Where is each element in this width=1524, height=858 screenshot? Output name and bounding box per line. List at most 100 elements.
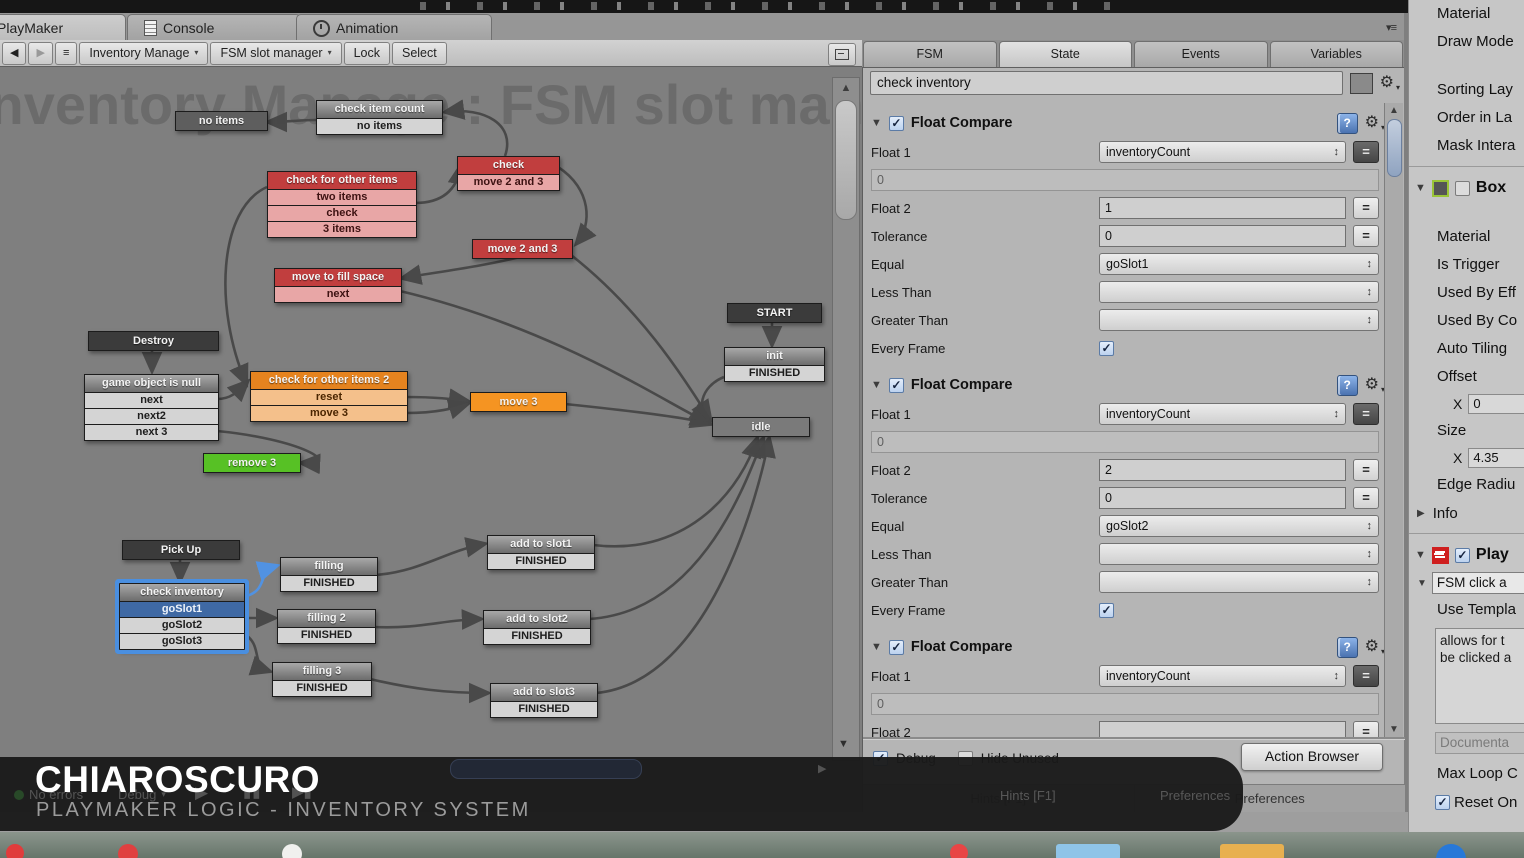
scroll-up-icon[interactable]: ▲ <box>1385 105 1403 116</box>
nav-forward-button[interactable]: ▶ <box>28 42 52 65</box>
graph-horizontal-scroll-thumb[interactable] <box>450 759 642 779</box>
fsm-node-move-to-fill-space[interactable]: move to fill spacenext <box>274 268 402 303</box>
node-transition-finished[interactable]: FINISHED <box>278 627 375 643</box>
fold-triangle-icon[interactable]: ▼ <box>871 379 882 391</box>
fsm-node-add-to-slot2[interactable]: add to slot2FINISHED <box>483 610 591 645</box>
select-button[interactable]: Select <box>392 42 447 65</box>
graph-vertical-scrollbar[interactable]: ▲ <box>832 77 860 761</box>
action-browser-button[interactable]: Action Browser <box>1241 743 1383 771</box>
x-value-field[interactable]: 0 <box>1468 394 1524 414</box>
dock-icon[interactable] <box>118 844 138 858</box>
action-enabled-checkbox[interactable]: ✓ <box>889 640 904 655</box>
node-transition-two-items[interactable]: two items <box>268 189 416 205</box>
gear-icon[interactable]: ⚙▾ <box>1365 115 1379 131</box>
fold-triangle-icon[interactable]: ▶ <box>1417 508 1425 519</box>
variable-toggle-button[interactable]: = <box>1353 459 1379 481</box>
action-header[interactable]: ▼✓Float Compare?⚙▾ <box>871 111 1379 135</box>
node-transition-goslot1[interactable]: goSlot1 <box>120 601 244 617</box>
float-2-field[interactable]: 1 <box>1099 197 1346 219</box>
fsm-node-filling[interactable]: fillingFINISHED <box>280 557 378 592</box>
fold-triangle-icon[interactable]: ▼ <box>871 117 882 129</box>
node-transition-goslot2[interactable]: goSlot2 <box>120 617 244 633</box>
fsm-tab-fsm[interactable]: FSM <box>863 41 997 67</box>
scroll-thumb[interactable] <box>1387 119 1402 177</box>
float-value-field[interactable]: 0 <box>871 431 1379 453</box>
node-transition-no-items[interactable]: no items <box>317 118 442 134</box>
equal-dropdown[interactable]: goSlot2↕ <box>1099 515 1379 537</box>
fsm-node-check-for-other-items[interactable]: check for other itemstwo itemscheck3 ite… <box>267 171 417 238</box>
node-transition-next[interactable]: next <box>85 392 218 408</box>
fsm-name-field[interactable]: FSM click a <box>1432 572 1524 594</box>
float-1-dropdown[interactable]: inventoryCount↕ <box>1099 141 1346 163</box>
fsm-node-no-items[interactable]: no items <box>175 111 268 131</box>
help-icon[interactable]: ? <box>1337 637 1358 658</box>
fsm-node-move-3[interactable]: move 3 <box>470 392 567 412</box>
documentation-button[interactable]: Documenta <box>1435 732 1524 754</box>
tolerance-field[interactable]: 0 <box>1099 487 1346 509</box>
component-enabled-checkbox[interactable]: ✓ <box>1455 548 1470 563</box>
fsm-tab-state[interactable]: State <box>999 41 1133 67</box>
fsm-node-game-object-is-null[interactable]: game object is nullnextnext2next 3 <box>84 374 219 441</box>
node-transition-check[interactable]: check <box>268 205 416 221</box>
dock-icon[interactable] <box>1056 844 1120 858</box>
state-name-field[interactable]: check inventory <box>870 71 1343 95</box>
action-enabled-checkbox[interactable]: ✓ <box>889 378 904 393</box>
gear-icon[interactable]: ⚙▾ <box>1380 75 1394 91</box>
fsm-tab-variables[interactable]: Variables <box>1270 41 1404 67</box>
variable-toggle-button[interactable]: = <box>1353 225 1379 247</box>
dock-icon[interactable] <box>282 844 302 858</box>
every-frame-checkbox[interactable]: ✓ <box>1099 603 1114 618</box>
fsm-node-check[interactable]: checkmove 2 and 3 <box>457 156 560 191</box>
node-transition-next[interactable]: next <box>275 286 401 302</box>
less-than-dropdown[interactable]: ↕ <box>1099 281 1379 303</box>
fsm-tab-events[interactable]: Events <box>1134 41 1268 67</box>
greater-than-dropdown[interactable]: ↕ <box>1099 571 1379 593</box>
gear-icon[interactable]: ⚙▾ <box>1365 639 1379 655</box>
fsm-node-init[interactable]: initFINISHED <box>724 347 825 382</box>
variable-toggle-button[interactable]: = <box>1353 487 1379 509</box>
fsm-node-filling-2[interactable]: filling 2FINISHED <box>277 609 376 644</box>
variable-toggle-button[interactable]: = <box>1353 403 1379 425</box>
action-header[interactable]: ▼✓Float Compare?⚙▾ <box>871 373 1379 397</box>
fsm-name-dropdown[interactable]: FSM slot manager▾ <box>210 42 341 65</box>
fsm-graph[interactable]: Inventory Manage : FSM slot mana ▲ no it… <box>0 67 862 832</box>
fsm-node-start[interactable]: START <box>727 303 822 323</box>
fold-triangle-icon[interactable]: ▼ <box>1415 549 1426 561</box>
dock-icon[interactable] <box>950 844 968 858</box>
component-header-play[interactable]: ▼✓Play <box>1409 540 1524 570</box>
foldout-info[interactable]: ▶Info <box>1409 499 1524 527</box>
fsm-node-pick-up[interactable]: Pick Up <box>122 540 240 560</box>
action-header[interactable]: ▼✓Float Compare?⚙▾ <box>871 635 1379 659</box>
help-icon[interactable]: ? <box>1337 375 1358 396</box>
panel-menu-icon[interactable]: ▾≡ <box>1386 21 1396 34</box>
variable-toggle-button[interactable]: = <box>1353 197 1379 219</box>
node-transition-reset[interactable]: reset <box>251 389 407 405</box>
fold-triangle-icon[interactable]: ▼ <box>1415 182 1426 194</box>
less-than-dropdown[interactable]: ↕ <box>1099 543 1379 565</box>
tab-animation[interactable]: Animation <box>296 14 492 41</box>
component-enabled-checkbox[interactable]: ✓ <box>1455 181 1470 196</box>
node-transition-next-3[interactable]: next 3 <box>85 424 218 440</box>
fsm-object-dropdown[interactable]: Inventory Manage▾ <box>79 42 208 65</box>
gear-icon[interactable]: ⚙▾ <box>1365 377 1379 393</box>
float-2-field[interactable]: 2 <box>1099 459 1346 481</box>
fsm-node-filling-3[interactable]: filling 3FINISHED <box>272 662 372 697</box>
fsm-node-add-to-slot1[interactable]: add to slot1FINISHED <box>487 535 595 570</box>
variable-toggle-button[interactable]: = <box>1353 141 1379 163</box>
float-1-dropdown[interactable]: inventoryCount↕ <box>1099 403 1346 425</box>
reset-on-checkbox[interactable]: ✓ <box>1435 795 1450 810</box>
state-color-swatch[interactable] <box>1350 73 1373 94</box>
fsm-node-destroy[interactable]: Destroy <box>88 331 219 351</box>
node-transition-finished[interactable]: FINISHED <box>491 701 597 717</box>
variable-toggle-button[interactable]: = <box>1353 721 1379 737</box>
scroll-down-icon[interactable]: ▼ <box>838 738 849 750</box>
tolerance-field[interactable]: 0 <box>1099 225 1346 247</box>
nav-back-button[interactable]: ◀ <box>2 42 26 65</box>
node-transition-finished[interactable]: FINISHED <box>273 680 371 696</box>
float-value-field[interactable]: 0 <box>871 693 1379 715</box>
fsm-node-check-inventory[interactable]: check inventorygoSlot1goSlot2goSlot3 <box>119 583 245 650</box>
tab-console[interactable]: Console <box>127 14 301 41</box>
dock-icon[interactable] <box>1220 844 1284 858</box>
node-transition-3-items[interactable]: 3 items <box>268 221 416 237</box>
greater-than-dropdown[interactable]: ↕ <box>1099 309 1379 331</box>
